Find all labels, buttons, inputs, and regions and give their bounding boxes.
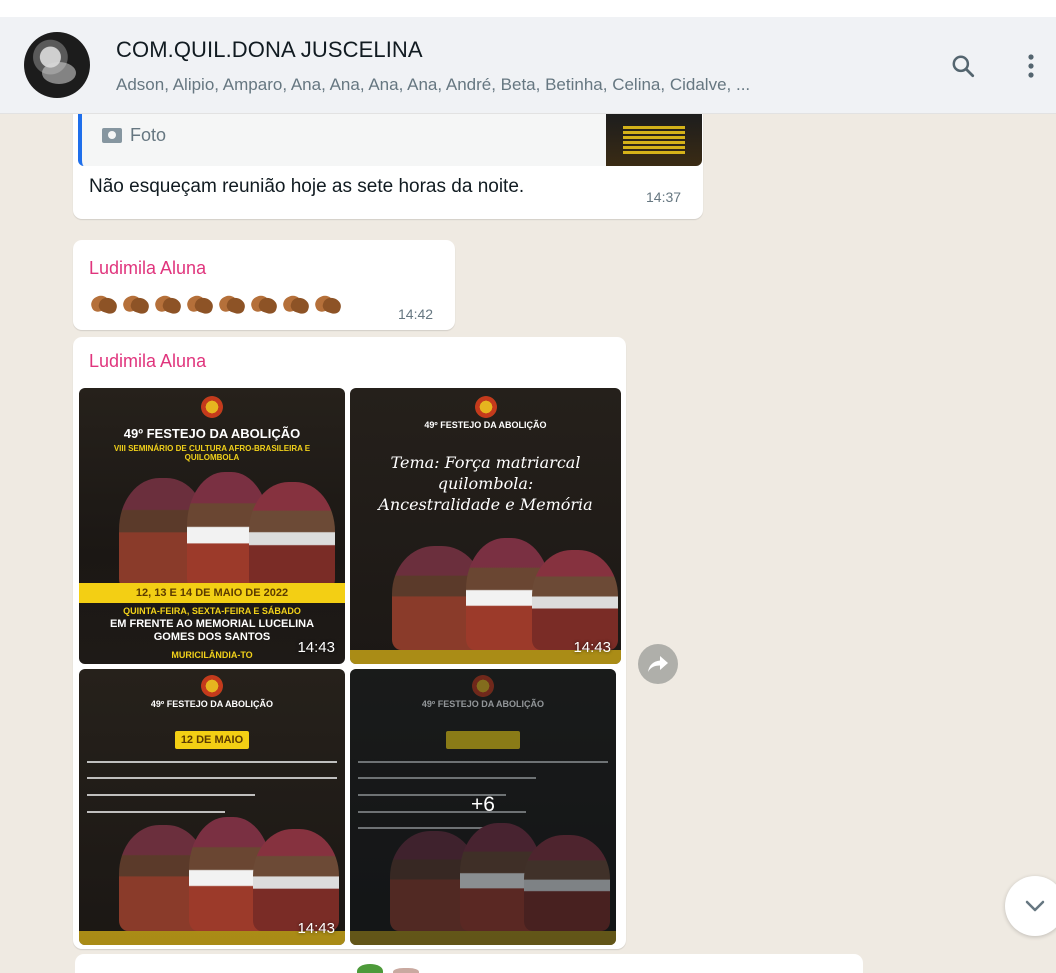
schedule-line: [87, 761, 337, 763]
sticker-preview: [357, 964, 383, 973]
message-bubble[interactable]: Ludimila Aluna 14:42: [73, 240, 455, 330]
album-image-more[interactable]: 49º FESTEJO DA ABOLIÇÃO +6: [350, 669, 616, 945]
clapping-emojis: [89, 292, 342, 314]
poster-photo: [350, 534, 621, 650]
clapping-hands-icon: [121, 292, 150, 314]
group-avatar[interactable]: [24, 32, 90, 98]
menu-icon: [1028, 54, 1034, 78]
schedule-line: [87, 777, 337, 779]
album-image-3[interactable]: 49º FESTEJO DA ABOLIÇÃO 12 DE MAIO 14:43: [79, 669, 345, 945]
clapping-hands-icon: [89, 292, 118, 314]
message-time: 14:42: [398, 306, 434, 322]
window-top-strip: [0, 0, 1056, 17]
chat-title[interactable]: COM.QUIL.DONA JUSCELINA: [116, 37, 423, 63]
image-time: 14:43: [297, 639, 335, 656]
festival-logo: [201, 396, 223, 418]
poster-title: 49º FESTEJO DA ABOLIÇÃO: [150, 699, 274, 709]
poster-subtitle: VIII SEMINÁRIO DE CULTURA AFRO-BRASILEIR…: [113, 444, 311, 462]
camera-icon: [102, 128, 122, 143]
poster-photo: [79, 813, 345, 931]
poster-photo: [79, 472, 345, 590]
search-icon: [952, 55, 975, 78]
quoted-label: Foto: [102, 125, 166, 146]
message-bubble[interactable]: Ludimila Aluna 49º FESTEJO DA ABOLIÇÃO V…: [73, 337, 626, 949]
sender-name[interactable]: Ludimila Aluna: [89, 258, 206, 279]
clapping-hands-icon: [185, 292, 214, 314]
search-button[interactable]: [946, 49, 980, 83]
clapping-hands-icon: [313, 292, 342, 314]
sender-name[interactable]: Ludimila Aluna: [89, 351, 206, 372]
poster-title: 49º FESTEJO DA ABOLIÇÃO: [424, 420, 547, 430]
message-list[interactable]: Foto Não esqueçam reunião hoje as sete h…: [0, 114, 1056, 973]
message-text: Não esqueçam reunião hoje as sete horas …: [89, 176, 525, 197]
clapping-hands-icon: [153, 292, 182, 314]
poster-dates: 12, 13 E 14 DE MAIO DE 2022: [79, 583, 345, 603]
clapping-hands-icon: [217, 292, 246, 314]
menu-button[interactable]: [1014, 49, 1048, 83]
festival-logo: [201, 675, 223, 697]
forward-button[interactable]: [638, 644, 678, 684]
image-time: 14:43: [297, 920, 335, 937]
quoted-type-text: Foto: [130, 125, 167, 145]
clapping-hands-icon: [281, 292, 310, 314]
message-bubble[interactable]: Foto Não esqueçam reunião hoje as sete h…: [73, 114, 703, 219]
quoted-thumbnail: [606, 114, 702, 166]
message-bubble-partial[interactable]: [75, 954, 863, 973]
image-time: 14:43: [573, 639, 611, 656]
album-image-2[interactable]: 49º FESTEJO DA ABOLIÇÃO Tema: Força matr…: [350, 388, 621, 664]
clapping-hands-icon: [249, 292, 278, 314]
festival-logo: [474, 396, 497, 418]
poster-days: QUINTA-FEIRA, SEXTA-FEIRA E SÁBADO: [123, 606, 301, 616]
chat-header[interactable]: COM.QUIL.DONA JUSCELINA Adson, Alipio, A…: [0, 17, 1056, 114]
scroll-down-button[interactable]: [1005, 876, 1056, 936]
poster-theme: Tema: Força matriarcal quilombola: Ances…: [378, 453, 593, 514]
more-images-count: +6: [471, 793, 495, 816]
chevron-down-icon: [1025, 900, 1045, 912]
album-image-1[interactable]: 49º FESTEJO DA ABOLIÇÃO VIII SEMINÁRIO D…: [79, 388, 345, 664]
forward-icon: [648, 656, 668, 672]
quoted-message[interactable]: Foto: [78, 114, 702, 166]
message-time: 14:37: [646, 189, 682, 205]
poster-date-badge: 12 DE MAIO: [175, 731, 249, 749]
chat-members[interactable]: Adson, Alipio, Amparo, Ana, Ana, Ana, An…: [116, 75, 750, 95]
sticker-preview: [393, 968, 419, 973]
schedule-line: [87, 794, 255, 796]
poster-title: 49º FESTEJO DA ABOLIÇÃO: [123, 426, 301, 441]
